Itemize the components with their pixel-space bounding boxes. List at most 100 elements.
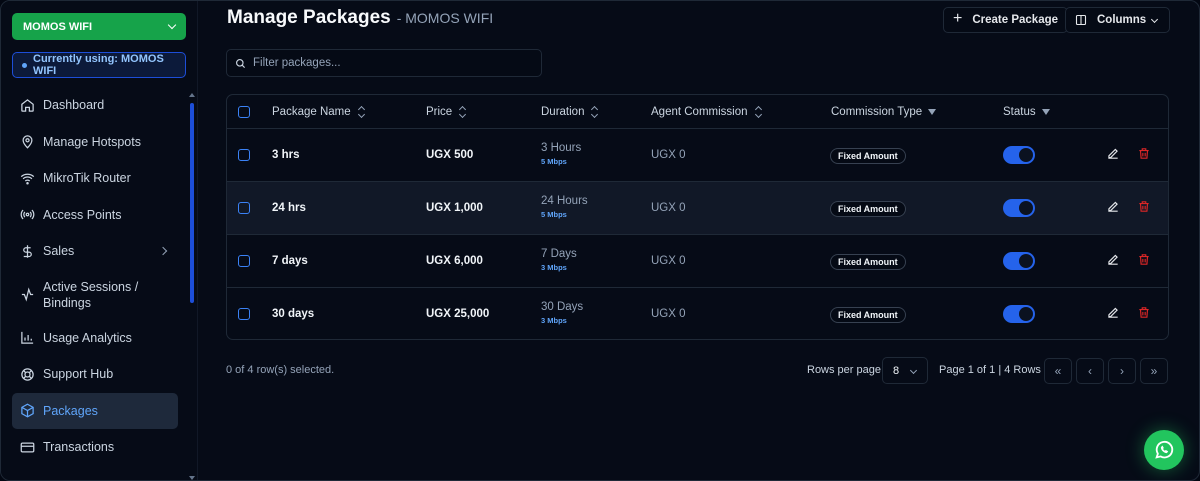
last-page-button[interactable]: »: [1140, 358, 1168, 384]
org-name: MOMOS WIFI: [23, 20, 93, 33]
status-cell: [1003, 199, 1035, 217]
table-header-row: Package Name Price Duration Agent Commis…: [227, 95, 1168, 129]
column-header-duration[interactable]: Duration: [541, 106, 599, 118]
row-select-cell: [238, 149, 250, 161]
sidebar-item-support-hub[interactable]: Support Hub: [12, 356, 178, 393]
column-header-price[interactable]: Price: [426, 106, 467, 118]
column-header-status[interactable]: Status: [1003, 106, 1050, 118]
duration-value: 3 Hours: [541, 142, 582, 154]
sidebar-item-label: Access Points: [43, 207, 122, 222]
toggle-knob: [1019, 254, 1033, 268]
sidebar-item-mikrotik-router[interactable]: MikroTik Router: [12, 160, 178, 197]
edit-button[interactable]: [1106, 200, 1120, 217]
table-row: 30 days UGX 25,000 30 Days 3 Mbps UGX 0 …: [227, 288, 1168, 339]
delete-button[interactable]: [1137, 147, 1151, 164]
scroll-thumb[interactable]: [190, 103, 194, 303]
package-icon: [21, 403, 34, 418]
trash-icon: [1139, 201, 1149, 212]
packages-table: Package Name Price Duration Agent Commis…: [226, 94, 1169, 340]
duration-value: 30 Days: [541, 301, 584, 313]
sidebar-item-sales[interactable]: Sales: [12, 233, 178, 270]
sidebar-item-usage-analytics[interactable]: Usage Analytics: [12, 320, 178, 357]
scroll-down-icon[interactable]: [189, 476, 195, 480]
row-checkbox[interactable]: [238, 255, 250, 267]
main-content: Manage Packages - MOMOS WIFI + Create Pa…: [199, 1, 1199, 480]
commission-type-cell: Fixed Amount: [830, 307, 906, 323]
columns-label: Columns: [1097, 14, 1147, 26]
sort-icon: [458, 106, 467, 118]
commission-type-cell: Fixed Amount: [830, 148, 906, 164]
delete-button[interactable]: [1137, 306, 1151, 323]
first-page-button[interactable]: «: [1044, 358, 1072, 384]
sidebar-item-dashboard[interactable]: Dashboard: [12, 87, 178, 124]
sidebar-item-manage-hotspots[interactable]: Manage Hotspots: [12, 124, 178, 161]
table-row: 24 hrs UGX 1,000 24 Hours 5 Mbps UGX 0 F…: [227, 182, 1168, 235]
toggle-knob: [1019, 201, 1033, 215]
whatsapp-chat-button[interactable]: [1144, 430, 1184, 470]
delete-button[interactable]: [1137, 200, 1151, 217]
whatsapp-icon: [1155, 440, 1174, 459]
prev-page-button[interactable]: ‹: [1076, 358, 1104, 384]
sort-icon: [754, 106, 763, 118]
scroll-up-icon[interactable]: [189, 93, 195, 97]
commission-type-badge: Fixed Amount: [830, 254, 906, 270]
row-checkbox[interactable]: [238, 202, 250, 214]
column-header-commission-type[interactable]: Commission Type: [831, 106, 937, 118]
trash-icon: [1139, 254, 1149, 265]
chevron-right-icon: [158, 247, 168, 256]
package-price: UGX 1,000: [426, 202, 483, 214]
page-title: Manage Packages: [227, 7, 391, 28]
row-select-cell: [238, 308, 250, 320]
status-toggle[interactable]: [1003, 305, 1035, 323]
package-duration: 7 Days 3 Mbps: [541, 248, 577, 274]
filter-icon: [1041, 108, 1050, 115]
trash-icon: [1139, 307, 1149, 318]
status-toggle[interactable]: [1003, 146, 1035, 164]
edit-icon: [1108, 254, 1118, 265]
commission-type-badge: Fixed Amount: [830, 148, 906, 164]
rows-per-page-select[interactable]: 8: [882, 357, 928, 384]
org-switcher-button[interactable]: MOMOS WIFI: [12, 13, 186, 40]
sidebar-item-active-sessions[interactable]: Active Sessions / Bindings: [12, 270, 178, 320]
column-header-label: Duration: [541, 105, 585, 118]
sidebar-item-access-points[interactable]: Access Points: [12, 197, 178, 234]
sidebar-item-transactions[interactable]: Transactions: [12, 429, 178, 466]
select-all-checkbox[interactable]: [238, 105, 250, 118]
column-header-package-name[interactable]: Package Name: [272, 106, 366, 118]
edit-button[interactable]: [1106, 253, 1120, 270]
columns-button[interactable]: Columns: [1065, 7, 1170, 33]
row-checkbox[interactable]: [238, 149, 250, 161]
edit-button[interactable]: [1106, 306, 1120, 323]
page-header: Manage Packages - MOMOS WIFI: [227, 7, 493, 29]
commission-type-cell: Fixed Amount: [830, 201, 906, 217]
package-duration: 24 Hours 5 Mbps: [541, 195, 588, 221]
speed-value: 5 Mbps: [541, 210, 567, 219]
column-header-agent-commission[interactable]: Agent Commission: [651, 106, 763, 118]
sidebar-item-packages[interactable]: Packages: [12, 392, 178, 429]
edit-icon: [1108, 307, 1118, 318]
trash-icon: [1139, 148, 1149, 159]
row-select-cell: [238, 255, 250, 267]
selection-count: 0 of 4 row(s) selected.: [226, 364, 335, 376]
double-chevron-left-icon: «: [1054, 364, 1062, 378]
sidebar-item-label: MikroTik Router: [43, 171, 131, 186]
next-page-button[interactable]: ›: [1108, 358, 1136, 384]
sidebar-scrollbar[interactable]: [189, 93, 195, 480]
package-duration: 3 Hours 5 Mbps: [541, 142, 581, 168]
status-toggle[interactable]: [1003, 252, 1035, 270]
delete-button[interactable]: [1137, 253, 1151, 270]
filter-input[interactable]: [253, 57, 533, 69]
package-name: 30 days: [272, 308, 315, 320]
agent-commission: UGX 0: [651, 202, 686, 214]
chevron-left-icon: ‹: [1088, 364, 1092, 378]
status-cell: [1003, 146, 1035, 164]
create-package-button[interactable]: + Create Package: [943, 7, 1069, 33]
row-checkbox[interactable]: [238, 308, 250, 320]
rows-per-page-label: Rows per page: [807, 364, 881, 376]
column-header-label: Status: [1003, 105, 1036, 118]
edit-button[interactable]: [1106, 147, 1120, 164]
status-toggle[interactable]: [1003, 199, 1035, 217]
chevron-down-icon: [167, 20, 177, 30]
package-duration: 30 Days 3 Mbps: [541, 301, 583, 327]
toggle-knob: [1019, 148, 1033, 162]
